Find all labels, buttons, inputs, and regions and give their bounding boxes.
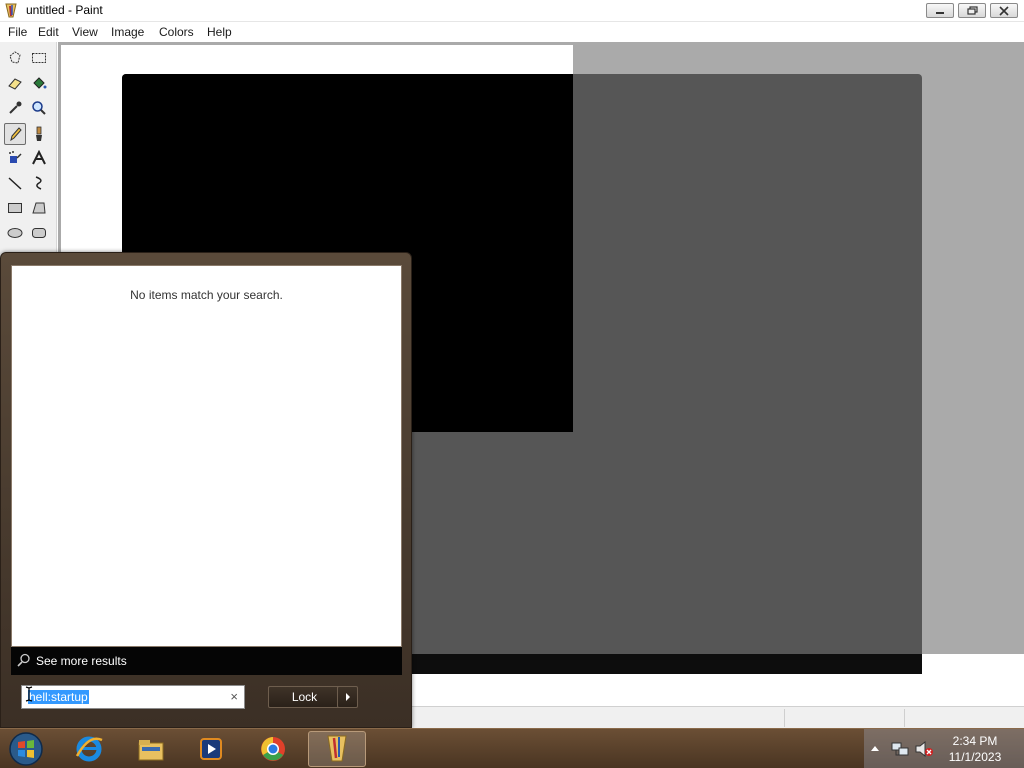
restore-icon [967,6,978,15]
polygon-tool[interactable] [28,197,50,219]
dark-strip [380,654,922,674]
fill-bucket-icon [33,77,47,89]
clock-date: 11/1/2023 [948,750,1002,764]
restore-button[interactable] [958,3,986,18]
menu-image[interactable]: Image [111,25,144,39]
taskbar-ie[interactable] [60,731,118,767]
rectangle-tool[interactable] [4,197,26,219]
title-bar: untitled - Paint [0,0,1024,22]
search-results-pane: No items match your search. [11,265,402,647]
menu-edit[interactable]: Edit [38,25,59,39]
clear-search-icon[interactable]: × [230,689,238,704]
close-icon [999,6,1009,16]
shutdown-options-button[interactable] [337,686,358,708]
color-picker-icon [9,101,22,114]
magnifier-tool[interactable] [28,97,50,119]
close-button[interactable] [990,3,1018,18]
menu-view[interactable]: View [72,25,98,39]
menu-bar: File Edit View Image Colors Help [0,22,1024,42]
ellipse-tool[interactable] [4,222,26,244]
status-divider [784,709,785,727]
no-results-message: No items match your search. [130,288,283,302]
internet-explorer-icon [75,736,103,762]
rectangle-select-tool[interactable] [28,47,50,69]
menu-file[interactable]: File [8,25,27,39]
see-more-results-label: See more results [36,654,127,668]
rounded-rectangle-tool[interactable] [28,222,50,244]
paint-app-icon [5,3,17,18]
file-explorer-icon [138,740,164,761]
color-picker-tool[interactable] [4,97,26,119]
show-hidden-icons-arrow-icon[interactable] [870,744,880,752]
menu-colors[interactable]: Colors [159,25,194,39]
window-title: untitled - Paint [26,3,103,17]
system-clock[interactable]: 2:34 PM 11/1/2023 [940,733,1010,765]
line-tool[interactable] [4,172,26,194]
search-input-value: hell:startup [28,690,89,704]
ellipse-icon [7,228,23,238]
pencil-icon [10,127,22,142]
polygon-icon [32,202,46,214]
minimize-icon [936,12,944,14]
rounded-rectangle-icon [32,228,46,238]
start-button[interactable] [6,731,46,767]
curve-icon [35,176,42,190]
magnifier-icon [32,101,46,115]
rectangle-select-icon [32,53,46,63]
menu-help[interactable]: Help [207,25,232,39]
taskbar-media-player[interactable] [182,731,240,767]
text-tool[interactable] [28,147,50,169]
lock-button[interactable]: Lock [268,686,341,708]
start-search-input[interactable]: hell:startup × [21,685,245,709]
airbrush-icon [9,151,22,163]
status-bar [380,706,1024,728]
status-divider [904,709,905,727]
text-cursor-icon [25,686,33,702]
curve-tool[interactable] [28,172,50,194]
line-icon [8,177,22,190]
brush-tool[interactable] [28,123,50,145]
taskbar: 2:34 PM 11/1/2023 [0,728,1024,768]
taskbar-explorer[interactable] [122,731,180,767]
pencil-tool[interactable] [4,123,26,145]
rectangle-icon [8,203,22,213]
brush-icon [36,126,42,141]
network-icon[interactable] [890,739,910,759]
clock-time: 2:34 PM [952,734,998,748]
taskbar-paint[interactable] [308,731,366,767]
chrome-icon [261,737,285,761]
text-icon [32,150,46,165]
media-player-icon [200,738,222,760]
eraser-tool[interactable] [4,72,26,94]
taskbar-chrome[interactable] [244,731,302,767]
fill-bucket-tool[interactable] [28,72,50,94]
minimize-button[interactable] [926,3,954,18]
see-more-results-link[interactable]: See more results [11,647,402,675]
arrow-right-icon [346,693,350,701]
paint-icon [327,735,347,762]
airbrush-tool[interactable] [4,147,26,169]
volume-muted-icon[interactable] [914,739,934,759]
free-form-select-tool[interactable] [4,47,26,69]
search-icon [17,653,30,667]
eraser-icon [8,78,22,90]
start-menu: No items match your search. See more res… [0,252,412,728]
free-form-select-icon [9,51,21,64]
